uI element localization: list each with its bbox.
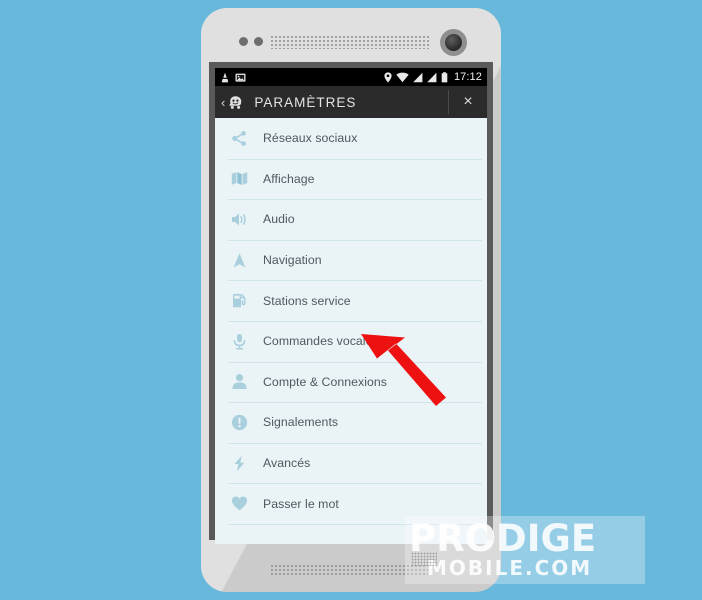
status-bar: 17:12 (215, 68, 487, 86)
list-item-affichage[interactable]: Affichage (215, 158, 487, 200)
list-end-divider (228, 523, 482, 525)
status-bar-clock: 17:12 (453, 71, 482, 83)
person-icon (228, 373, 250, 390)
back-chevron-icon[interactable]: ‹ (221, 96, 225, 109)
list-item-label: Stations service (263, 293, 351, 308)
list-item-passer-le-mot[interactable]: Passer le mot (215, 483, 487, 524)
location-pin-icon (384, 71, 392, 83)
list-item-label: Réseaux sociaux (263, 131, 358, 146)
list-item-audio[interactable]: Audio (215, 199, 487, 240)
list-item-label: Navigation (263, 253, 322, 268)
waze-face-icon (229, 95, 242, 109)
battery-icon (441, 71, 448, 82)
settings-list: Réseaux sociaux Affichage Audio Navigati… (215, 118, 487, 525)
heart-icon (228, 495, 250, 512)
status-bar-right-icons: 17:12 (384, 71, 482, 83)
list-item-label: Passer le mot (263, 496, 339, 511)
page-title: PARAMÈTRES (254, 94, 357, 110)
list-item-commandes-vocales[interactable]: Commandes vocales (215, 320, 487, 362)
wifi-icon (396, 72, 409, 82)
status-bar-left-icons (220, 72, 246, 83)
earpiece-speaker-grille (270, 35, 430, 49)
list-item-avances[interactable]: Avancés (215, 442, 487, 484)
alert-circle-icon (228, 414, 250, 431)
list-item-navigation[interactable]: Navigation (215, 239, 487, 281)
app-title-bar: ‹ PARAMÈTRES × (215, 86, 487, 118)
close-icon: × (463, 93, 473, 110)
list-item-signalements[interactable]: Signalements (215, 402, 487, 443)
list-item-reseaux-sociaux[interactable]: Réseaux sociaux (215, 118, 487, 159)
map-icon (228, 170, 250, 187)
list-item-label: Compte & Connexions (263, 374, 387, 389)
list-item-label: Affichage (263, 171, 315, 186)
light-sensor-icon (254, 37, 263, 46)
list-item-label: Audio (263, 212, 295, 227)
phone-top-chrome (201, 8, 501, 62)
list-item-compte-connexions[interactable]: Compte & Connexions (215, 361, 487, 403)
microphone-icon (228, 333, 250, 350)
list-item-stations-service[interactable]: Stations service (215, 280, 487, 321)
list-item-label: Commandes vocales (263, 334, 379, 349)
speaker-icon (228, 211, 250, 228)
close-button[interactable]: × (449, 86, 487, 118)
signal-bars-2-icon (427, 72, 437, 82)
fuel-pump-icon (228, 292, 250, 309)
list-item-label: Avancés (263, 456, 311, 471)
list-item-label: Signalements (263, 415, 339, 430)
vlc-cone-icon (221, 72, 229, 82)
share-nodes-icon (228, 130, 250, 147)
bottom-speaker-grille (270, 564, 428, 577)
navigation-arrow-icon (228, 252, 250, 269)
lightning-bolt-icon (228, 455, 250, 472)
image-icon (235, 73, 246, 82)
front-camera-icon (440, 29, 467, 56)
signal-bars-icon (413, 72, 423, 82)
phone-screen: 17:12 ‹ PARAMÈTRES × Réseaux sociaux Aff… (215, 68, 487, 544)
phone-device: 17:12 ‹ PARAMÈTRES × Réseaux sociaux Aff… (201, 8, 501, 592)
proximity-sensor-icon (239, 37, 248, 46)
